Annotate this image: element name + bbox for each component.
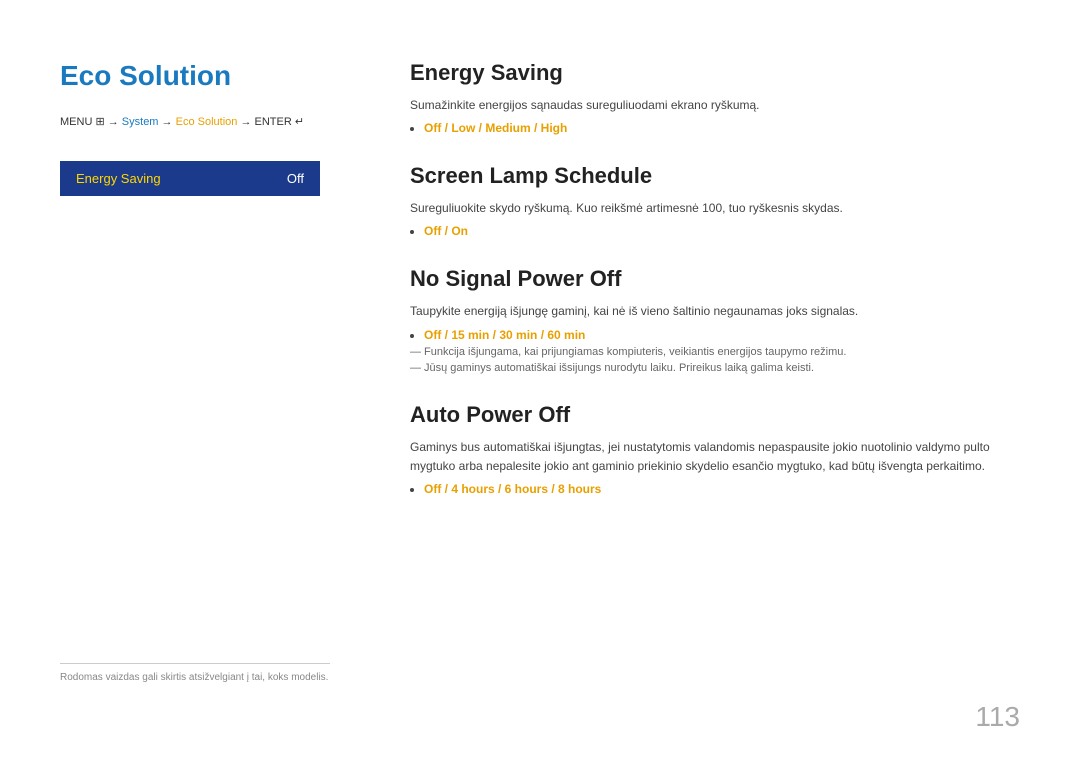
no-signal-desc: Taupykite energiją išjungę gaminį, kai n… xyxy=(410,302,1020,321)
menu-icon: ⊞ xyxy=(95,116,107,128)
auto-power-off-desc: Gaminys bus automatiškai išjungtas, jei … xyxy=(410,438,1020,476)
menu-item-label: Energy Saving xyxy=(76,171,161,186)
energy-saving-title: Energy Saving xyxy=(410,60,1020,86)
energy-saving-options-text: Off / Low / Medium / High xyxy=(424,121,567,135)
enter-icon: ↵ xyxy=(295,116,304,128)
left-note: Rodomas vaizdas gali skirtis atsižvelgia… xyxy=(60,663,330,683)
section-energy-saving: Energy Saving Sumažinkite energijos sąna… xyxy=(410,60,1020,135)
no-signal-title: No Signal Power Off xyxy=(410,266,1020,292)
arrow-3: → xyxy=(240,116,254,128)
auto-power-off-options: Off / 4 hours / 6 hours / 8 hours xyxy=(424,482,1020,496)
arrow-2: → xyxy=(162,116,176,128)
section-auto-power-off: Auto Power Off Gaminys bus automatiškai … xyxy=(410,402,1020,496)
menu-path: MENU ⊞ → System → Eco Solution → ENTER ↵ xyxy=(60,114,340,131)
eco-solution-link[interactable]: Eco Solution xyxy=(176,116,238,128)
left-note-text: Rodomas vaizdas gali skirtis atsižvelgia… xyxy=(60,663,330,683)
energy-saving-desc: Sumažinkite energijos sąnaudas sureguliu… xyxy=(410,96,1020,115)
screen-lamp-title: Screen Lamp Schedule xyxy=(410,163,1020,189)
menu-label: MENU xyxy=(60,116,92,128)
page-number: 113 xyxy=(975,701,1020,733)
page-title: Eco Solution xyxy=(60,60,340,92)
section-no-signal: No Signal Power Off Taupykite energiją i… xyxy=(410,266,1020,373)
menu-item-value: Off xyxy=(287,171,304,186)
menu-item-energy-saving[interactable]: Energy Saving Off xyxy=(60,161,320,196)
system-link[interactable]: System xyxy=(122,116,159,128)
screen-lamp-options: Off / On xyxy=(424,224,1020,238)
no-signal-options: Off / 15 min / 30 min / 60 min xyxy=(424,328,1020,342)
no-signal-options-text: Off / 15 min / 30 min / 60 min xyxy=(424,328,585,342)
enter-label: ENTER xyxy=(255,116,292,128)
section-screen-lamp: Screen Lamp Schedule Sureguliuokite skyd… xyxy=(410,163,1020,238)
arrow-1: → xyxy=(108,116,122,128)
no-signal-note-1: Funkcija išjungama, kai prijungiamas kom… xyxy=(410,346,1020,358)
auto-power-off-options-text: Off / 4 hours / 6 hours / 8 hours xyxy=(424,482,601,496)
screen-lamp-desc: Sureguliuokite skydo ryškumą. Kuo reikšm… xyxy=(410,199,1020,218)
energy-saving-options: Off / Low / Medium / High xyxy=(424,121,1020,135)
no-signal-note-2: Jūsų gaminys automatiškai išsijungs nuro… xyxy=(410,362,1020,374)
screen-lamp-options-text: Off / On xyxy=(424,224,468,238)
auto-power-off-title: Auto Power Off xyxy=(410,402,1020,428)
